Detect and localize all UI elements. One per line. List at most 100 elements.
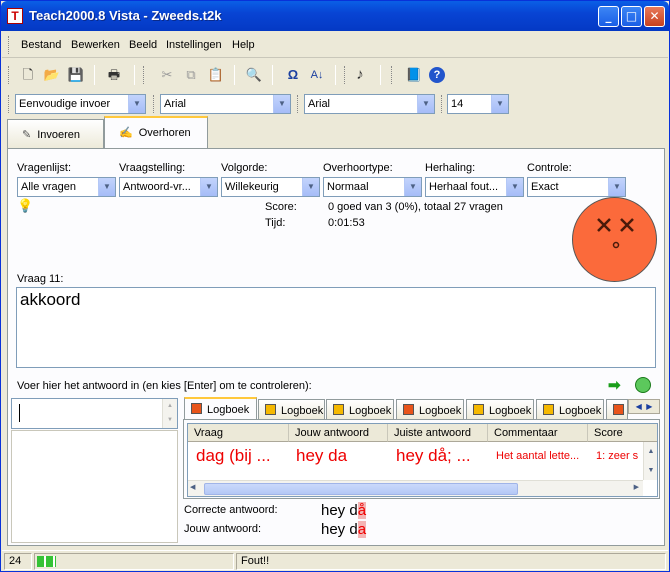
scroll-right-icon[interactable]: ▶ xyxy=(634,483,639,491)
style-select[interactable]: Eenvoudige invoer ▼ xyxy=(15,94,146,114)
log-tab-label: Logboek xyxy=(349,405,392,417)
log-tab-label: Logboek xyxy=(281,405,324,417)
font-size-select-value: 14 xyxy=(451,98,464,110)
paste-icon[interactable]: 📋 xyxy=(206,65,226,85)
check-button-icon[interactable] xyxy=(635,377,651,393)
answer-font-select[interactable]: Arial ▼ xyxy=(304,94,435,114)
log-tab-overflow[interactable] xyxy=(606,399,628,421)
cut-icon[interactable]: ✂ xyxy=(157,65,177,85)
new-file-icon[interactable]: 🗋 xyxy=(18,65,38,85)
app-icon[interactable]: T xyxy=(7,8,23,24)
menu-bewerken[interactable]: Bewerken xyxy=(71,39,120,51)
col-juiste-antwoord[interactable]: Juiste antwoord xyxy=(388,424,488,442)
save-icon[interactable]: 💾 xyxy=(66,65,86,85)
log-tab-5[interactable]: Logboek xyxy=(466,399,534,421)
copy-icon[interactable]: ⧉ xyxy=(181,65,201,85)
log-tab-3[interactable]: Logboek xyxy=(326,399,394,421)
log-tab-2[interactable]: Logboek xyxy=(258,399,325,421)
herhaling-select[interactable]: Herhaal fout... ▼ xyxy=(425,177,524,197)
print-icon[interactable]: 🖶 xyxy=(104,65,124,85)
controle-select[interactable]: Exact ▼ xyxy=(527,177,626,197)
toolbar-separator xyxy=(272,65,273,85)
log-tab-1[interactable]: Logboek xyxy=(184,397,257,421)
menu-bestand[interactable]: Bestand xyxy=(21,39,61,51)
chevron-down-icon[interactable]: ▼ xyxy=(98,178,115,196)
chevron-down-icon[interactable]: ▼ xyxy=(506,178,523,196)
cell-score[interactable]: 1: zeer s xyxy=(590,444,644,470)
cell-vraag[interactable]: dag (bij ... xyxy=(190,444,289,470)
lightbulb-icon[interactable]: 💡 xyxy=(17,198,33,214)
tab-overhoren-label: Overhoren xyxy=(138,127,191,139)
chevron-down-icon[interactable]: ▼ xyxy=(128,95,145,113)
overhoortype-value: Normaal xyxy=(327,181,369,193)
maximize-button[interactable]: □ xyxy=(621,6,642,27)
close-button[interactable]: ✕ xyxy=(644,6,665,27)
log-tab-label: Logboek xyxy=(207,404,250,416)
col-commentaar[interactable]: Commentaar xyxy=(488,424,588,442)
correct-answer-error: å xyxy=(357,502,367,519)
menu-beeld[interactable]: Beeld xyxy=(129,39,157,51)
quiz-icon: ✍ xyxy=(119,127,133,139)
chevron-down-icon[interactable]: ▼ xyxy=(491,95,508,113)
dizzy-face-icon xyxy=(572,197,657,282)
cell-commentaar[interactable]: Het aantal lette... xyxy=(490,444,588,470)
overhoortype-select[interactable]: Normaal ▼ xyxy=(323,177,422,197)
chevron-down-icon[interactable]: ▼ xyxy=(417,95,434,113)
sort-az-icon[interactable]: A↓ xyxy=(307,65,327,85)
formatbar-grip xyxy=(297,95,300,113)
log-color-swatch xyxy=(333,404,344,415)
log-tab-6[interactable]: Logboek xyxy=(536,399,604,421)
minimize-button[interactable]: _ xyxy=(598,6,619,27)
answer-font-select-value: Arial xyxy=(308,98,331,110)
help-icon[interactable]: ? xyxy=(429,67,445,83)
answer-input[interactable]: ▲ ▼ xyxy=(11,398,178,429)
menu-help[interactable]: Help xyxy=(232,39,255,51)
chevron-down-icon[interactable]: ▼ xyxy=(302,178,319,196)
log-color-swatch xyxy=(473,404,484,415)
table-vertical-scrollbar[interactable]: ▲ ▼ xyxy=(643,442,657,480)
toolbar-grip xyxy=(8,66,11,84)
special-character-icon[interactable]: Ω xyxy=(283,65,303,85)
toolbar-separator xyxy=(94,65,95,85)
tab-invoeren[interactable]: ✎ Invoeren xyxy=(7,119,104,149)
scroll-left-icon[interactable]: ◀ xyxy=(190,483,195,491)
tab-scroll-arrows[interactable]: ◀ ▶ xyxy=(628,399,660,414)
col-jouw-antwoord[interactable]: Jouw antwoord xyxy=(289,424,388,442)
next-arrow-icon[interactable]: ➡ xyxy=(608,376,621,394)
tab-overhoren[interactable]: ✍ Overhoren xyxy=(104,116,208,149)
title-bar[interactable]: T Teach2000.8 Vista - Zweeds.t2k _ □ ✕ xyxy=(1,1,669,31)
vragenlijst-select[interactable]: Alle vragen ▼ xyxy=(17,177,116,197)
vraagstelling-select[interactable]: Antwoord-vr... ▼ xyxy=(119,177,218,197)
find-icon[interactable]: 🔍 xyxy=(244,65,264,85)
menu-instellingen[interactable]: Instellingen xyxy=(166,39,222,51)
cell-juiste-antwoord[interactable]: hey då; ... xyxy=(390,444,488,470)
open-folder-icon[interactable]: 📂 xyxy=(42,65,62,85)
vraagstelling-label: Vraagstelling: xyxy=(119,162,186,174)
answer-scrollbar[interactable]: ▲ ▼ xyxy=(162,399,177,428)
log-tab-4[interactable]: Logboek xyxy=(396,399,464,421)
font-select[interactable]: Arial ▼ xyxy=(160,94,291,114)
col-vraag[interactable]: Vraag xyxy=(188,424,289,442)
style-select-value: Eenvoudige invoer xyxy=(19,98,111,110)
chevron-down-icon[interactable]: ▼ xyxy=(273,95,290,113)
volgorde-select[interactable]: Willekeurig ▼ xyxy=(221,177,320,197)
scroll-thumb[interactable] xyxy=(204,483,518,495)
log-tab-label: Logboek xyxy=(559,405,602,417)
table-row-partial xyxy=(188,470,643,480)
chevron-down-icon[interactable]: ▼ xyxy=(200,178,217,196)
log-color-swatch xyxy=(191,403,202,414)
log-table: Vraag Jouw antwoord Juiste antwoord Comm… xyxy=(187,423,658,497)
formatbar-grip xyxy=(8,95,11,113)
col-score[interactable]: Score xyxy=(588,424,657,442)
herhaling-value: Herhaal fout... xyxy=(429,181,499,193)
chevron-down-icon[interactable]: ▼ xyxy=(608,178,625,196)
help-book-icon[interactable]: 📘 xyxy=(404,65,424,85)
volgorde-label: Volgorde: xyxy=(221,162,268,174)
chevron-down-icon[interactable]: ▼ xyxy=(404,178,421,196)
cell-jouw-antwoord[interactable]: hey da xyxy=(290,444,388,470)
sound-note-icon[interactable]: ♪ xyxy=(350,65,370,85)
table-horizontal-scrollbar[interactable]: ◀ ▶ xyxy=(188,480,643,496)
toolbar-separator xyxy=(380,65,381,85)
font-size-select[interactable]: 14 ▼ xyxy=(447,94,509,114)
time-value: 0:01:53 xyxy=(328,217,365,229)
